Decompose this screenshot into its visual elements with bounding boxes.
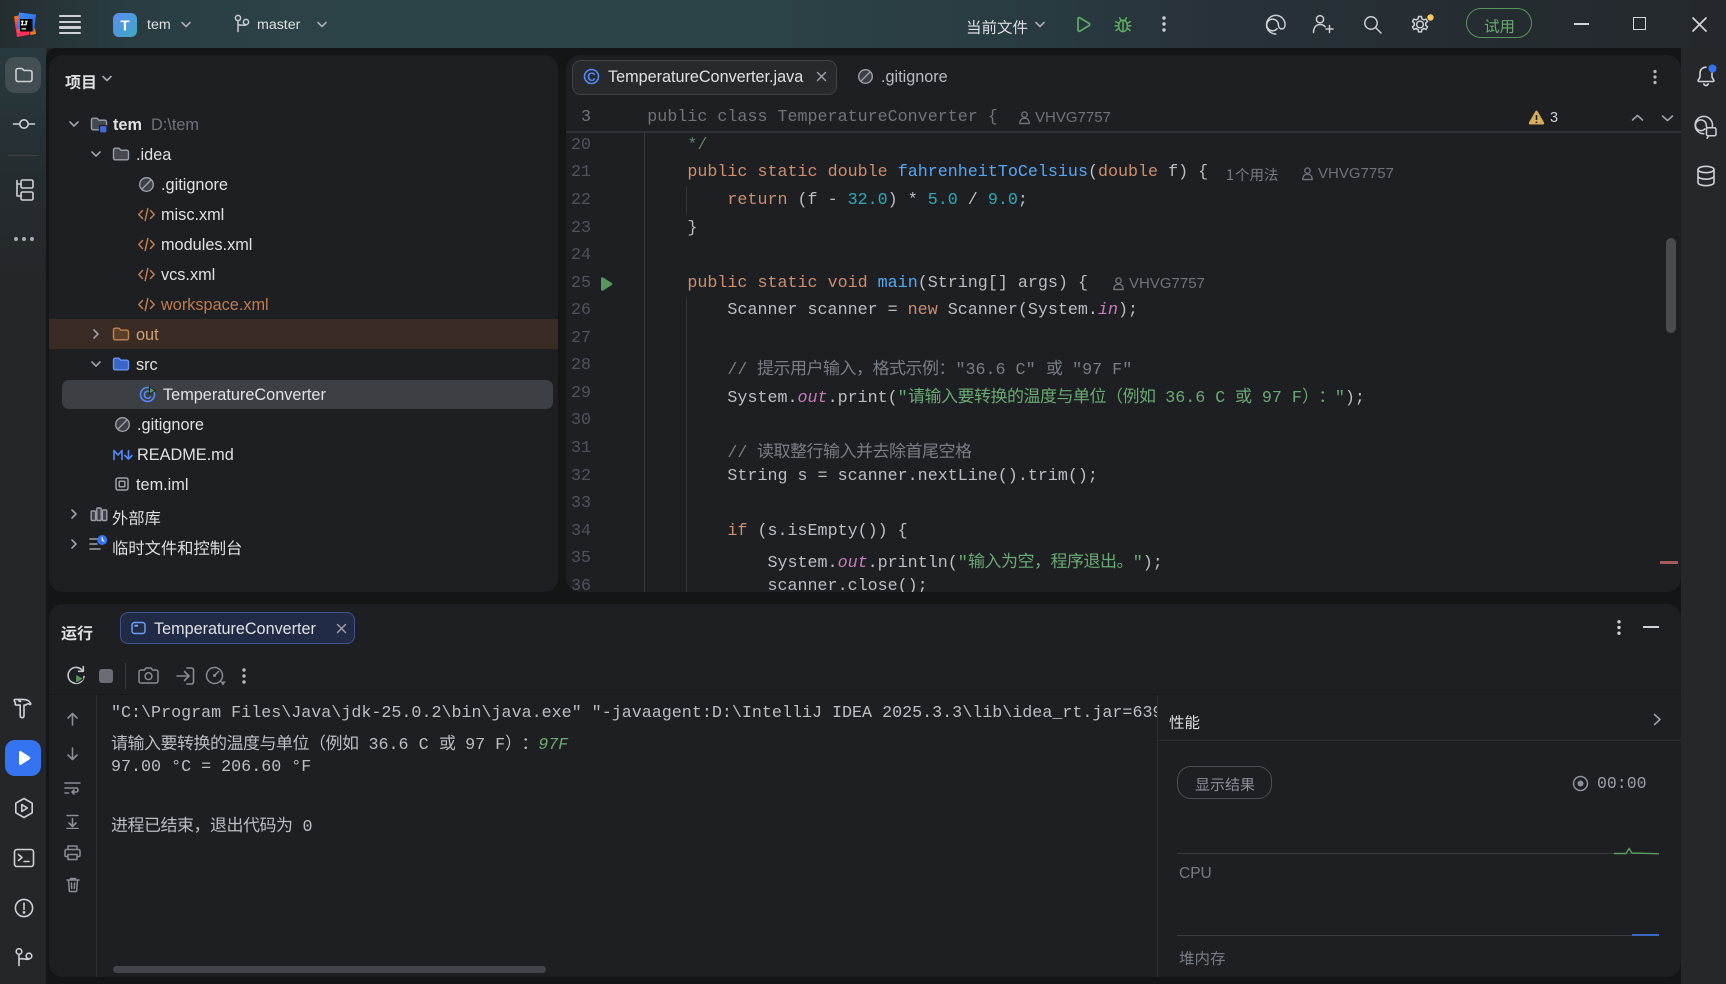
svg-text:T: T bbox=[120, 18, 129, 35]
svg-text:C: C bbox=[587, 70, 596, 84]
